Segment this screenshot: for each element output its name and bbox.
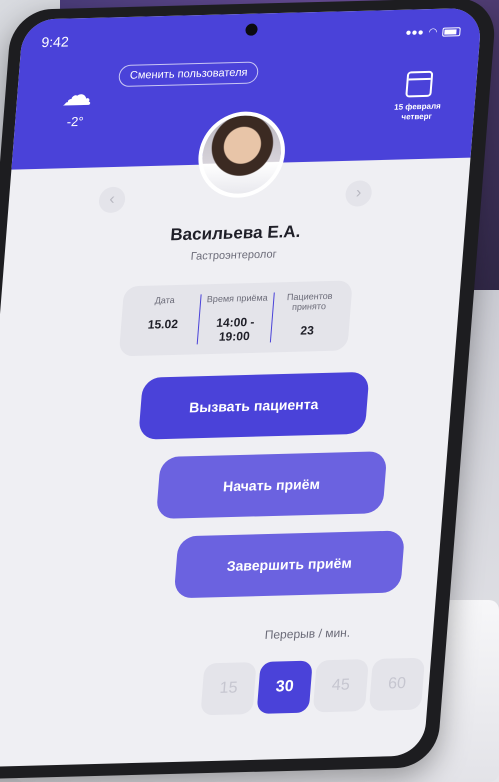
weather-temperature: -2°	[66, 113, 85, 130]
start-appointment-button[interactable]: Начать приём	[155, 451, 388, 520]
info-value: 23	[299, 323, 315, 338]
battery-icon	[442, 26, 461, 37]
app-screen: 9:42 ●●● ◠ Сменить пользователя ☁ -2° 15…	[0, 7, 483, 768]
chevron-right-icon: ›	[355, 184, 363, 202]
partly-cloudy-icon: ☁	[60, 78, 94, 113]
chevron-left-icon: ‹	[108, 190, 116, 208]
break-option-60[interactable]: 60	[368, 657, 426, 711]
wifi-icon: ◠	[428, 26, 438, 38]
signal-icon: ●●●	[405, 26, 425, 39]
info-time: Время приёма 14:00 - 19:00	[197, 292, 274, 345]
status-time: 9:42	[40, 33, 70, 51]
info-label: Время приёма	[206, 292, 269, 305]
date-weekday: четверг	[401, 111, 433, 122]
info-date: Дата 15.02	[126, 294, 201, 346]
info-value: 15.02	[147, 316, 179, 332]
status-icons: ●●● ◠	[405, 26, 461, 38]
appointment-info-card: Дата 15.02 Время приёма 14:00 - 19:00 Па…	[118, 280, 353, 357]
info-patients: Пациентов принято 23	[269, 290, 346, 343]
break-option-45[interactable]: 45	[312, 659, 369, 713]
next-doctor-button[interactable]: ›	[344, 180, 373, 207]
call-patient-button[interactable]: Вызвать пациента	[138, 371, 370, 440]
date-widget: 15 февраля четверг	[381, 70, 455, 123]
phone-device: 9:42 ●●● ◠ Сменить пользователя ☁ -2° 15…	[0, 0, 498, 780]
break-option-15[interactable]: 15	[200, 662, 257, 716]
info-label: Пациентов принято	[286, 290, 333, 312]
info-label: Дата	[154, 295, 176, 306]
weather-widget: ☁ -2°	[45, 79, 109, 130]
previous-doctor-button[interactable]: ‹	[97, 186, 127, 214]
calendar-icon	[405, 70, 434, 98]
break-option-30[interactable]: 30	[256, 660, 313, 714]
info-value: 14:00 - 19:00	[215, 314, 256, 344]
finish-appointment-button[interactable]: Завершить приём	[173, 530, 406, 599]
switch-user-button[interactable]: Сменить пользователя	[117, 61, 260, 88]
break-label: Перерыв / мин.	[264, 625, 351, 642]
